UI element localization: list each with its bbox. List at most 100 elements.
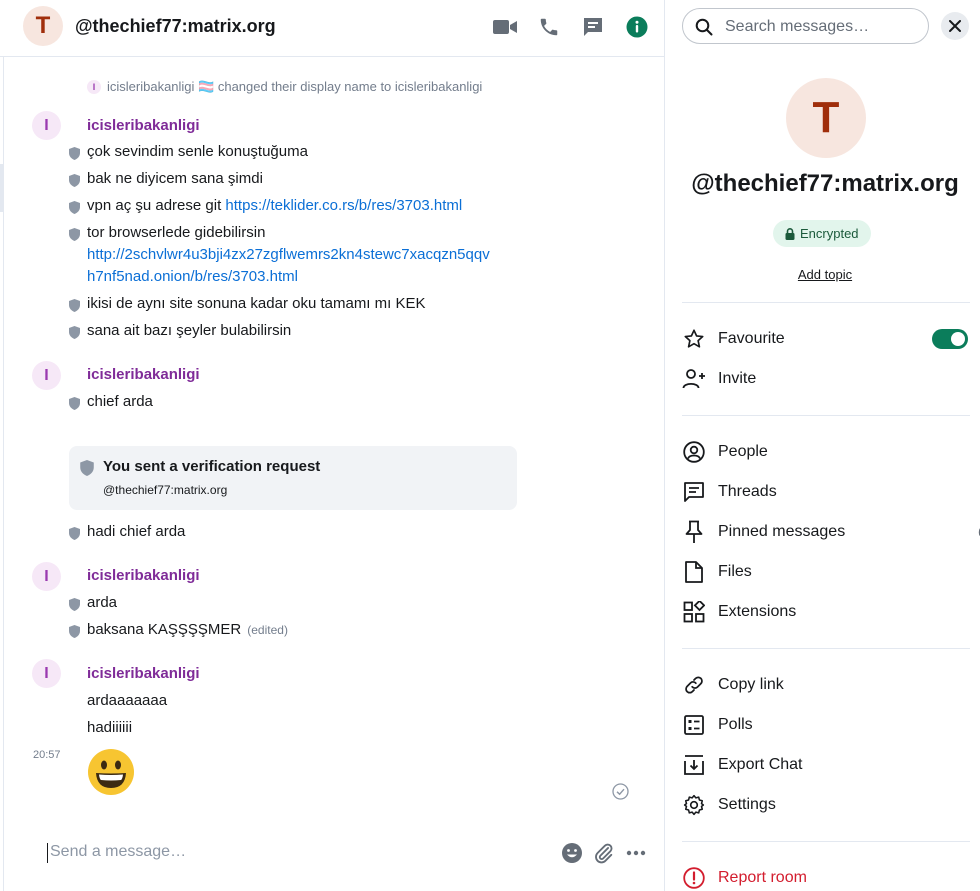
shield-icon (69, 174, 80, 187)
search-box[interactable]: Search messages… (682, 8, 929, 44)
message-text: ardaaaaaaa (87, 692, 168, 709)
message-text: chief arda (87, 393, 153, 410)
copy-link-row[interactable]: Copy link (682, 669, 970, 701)
extensions-icon (682, 600, 706, 624)
shield-icon (69, 625, 80, 638)
settings-row[interactable]: Settings (682, 789, 970, 821)
message-timestamp[interactable]: 20:57 (33, 749, 61, 761)
gear-icon (682, 793, 706, 817)
verification-user: @thechief77:matrix.org (103, 483, 228, 497)
message-text: tor browserlede gidebilirsin (87, 224, 266, 241)
files-row[interactable]: Files (682, 556, 970, 588)
export-chat-row[interactable]: Export Chat (682, 749, 970, 781)
verification-title: You sent a verification request (103, 458, 321, 475)
toggle-knob (951, 332, 965, 346)
text-caret (47, 843, 48, 863)
pin-icon (682, 520, 706, 544)
extensions-row[interactable]: Extensions (682, 596, 970, 628)
emoji-icon[interactable] (560, 841, 584, 865)
pinned-label: Pinned messages (718, 523, 846, 540)
sender-avatar[interactable]: I (32, 361, 61, 390)
clipped-message: ·· ···· ·· ·· ······· ··· ·· ·· ·· ·····… (87, 57, 289, 62)
onion-link-continued[interactable]: h7nf5nad.onion/b/res/3703.html (87, 266, 298, 288)
message-text: sana ait bazı şeyler bulabilirsin (87, 322, 292, 339)
message-prefix: vpn aç şu adrese git (87, 197, 226, 214)
close-icon (949, 20, 961, 32)
search-icon (695, 18, 713, 36)
room-avatar-large[interactable]: T (786, 78, 866, 158)
people-label: People (718, 443, 768, 460)
shield-icon (69, 299, 80, 312)
attachment-icon[interactable] (592, 841, 616, 865)
message-text: hadiiiiii (87, 719, 133, 736)
star-icon (682, 327, 706, 351)
search-input[interactable]: Search messages… (725, 18, 869, 36)
sender-name[interactable]: icisleribakanligi (87, 366, 200, 383)
shield-icon (69, 598, 80, 611)
report-room-row[interactable]: Report room (682, 862, 970, 891)
sender-avatar[interactable]: I (32, 659, 61, 688)
warning-icon (682, 866, 706, 890)
mini-avatar: I (87, 80, 101, 94)
add-user-icon (682, 367, 706, 391)
read-receipt-icon[interactable] (612, 783, 629, 800)
export-icon (682, 753, 706, 777)
smiley-emoji-icon (88, 749, 134, 795)
voice-call-icon[interactable] (536, 14, 562, 40)
message-text: vpn aç şu adrese git https://teklider.co… (87, 195, 462, 217)
chat-pane: T @thechief77:matrix.org ·· ···· ·· ·· ·… (0, 0, 665, 891)
shield-icon (69, 201, 80, 214)
message-link[interactable]: https://teklider.co.rs/b/res/3703.html (225, 197, 462, 214)
divider (682, 302, 970, 303)
divider (682, 415, 970, 416)
shield-icon (69, 326, 80, 339)
threads-icon[interactable] (580, 14, 606, 40)
favourite-row[interactable]: Favourite (682, 323, 970, 355)
room-title[interactable]: @thechief77:matrix.org (75, 16, 276, 37)
files-label: Files (718, 563, 752, 580)
favourite-toggle[interactable] (932, 329, 968, 349)
room-info-panel: Search messages… T @thechief77:matrix.or… (666, 0, 980, 891)
video-call-icon[interactable] (492, 14, 518, 40)
invite-row[interactable]: Invite (682, 363, 970, 395)
sender-name[interactable]: icisleribakanligi (87, 665, 200, 682)
message-composer[interactable]: Send a message… (4, 817, 664, 891)
lock-icon (785, 227, 795, 240)
people-row[interactable]: People (682, 436, 970, 468)
message-input[interactable]: Send a message… (50, 843, 186, 861)
extensions-label: Extensions (718, 603, 797, 620)
message-timeline[interactable]: ·· ···· ·· ·· ······· ··· ·· ·· ·· ·····… (0, 57, 665, 817)
user-icon (682, 440, 706, 464)
shield-icon (69, 527, 80, 540)
message-text: arda (87, 594, 118, 611)
sender-name[interactable]: icisleribakanligi (87, 117, 200, 134)
encrypted-badge: Encrypted (773, 220, 871, 247)
shield-icon (69, 147, 80, 160)
verification-request-card[interactable]: You sent a verification request @thechie… (69, 446, 517, 510)
encrypted-label: Encrypted (800, 226, 859, 241)
room-info-icon[interactable] (624, 14, 650, 40)
edited-label[interactable]: (edited) (247, 623, 288, 637)
threads-row[interactable]: Threads (682, 476, 970, 508)
invite-label: Invite (718, 370, 757, 387)
close-panel-button[interactable] (941, 12, 969, 40)
divider (682, 841, 970, 842)
room-avatar[interactable]: T (23, 6, 63, 46)
add-topic-link[interactable]: Add topic (666, 267, 980, 282)
room-header: T @thechief77:matrix.org (0, 0, 665, 57)
more-options-icon[interactable] (624, 841, 648, 865)
panel-room-name: @thechief77:matrix.org (691, 170, 959, 197)
report-room-label: Report room (718, 869, 807, 886)
shield-icon (80, 460, 94, 476)
shield-icon (69, 397, 80, 410)
onion-link[interactable]: http://2schvlwr4u3bji4zx27zgflwemrs2kn4s… (87, 244, 490, 266)
sender-avatar[interactable]: I (32, 562, 61, 591)
pinned-messages-row[interactable]: Pinned messages 0 (682, 516, 980, 548)
polls-label: Polls (718, 716, 753, 733)
threads-label: Threads (718, 483, 777, 500)
sender-name[interactable]: icisleribakanligi (87, 567, 200, 584)
polls-row[interactable]: Polls (682, 709, 970, 741)
sender-avatar[interactable]: I (32, 111, 61, 140)
message-text: ikisi de aynı site sonuna kadar oku tama… (87, 295, 426, 312)
divider (682, 648, 970, 649)
